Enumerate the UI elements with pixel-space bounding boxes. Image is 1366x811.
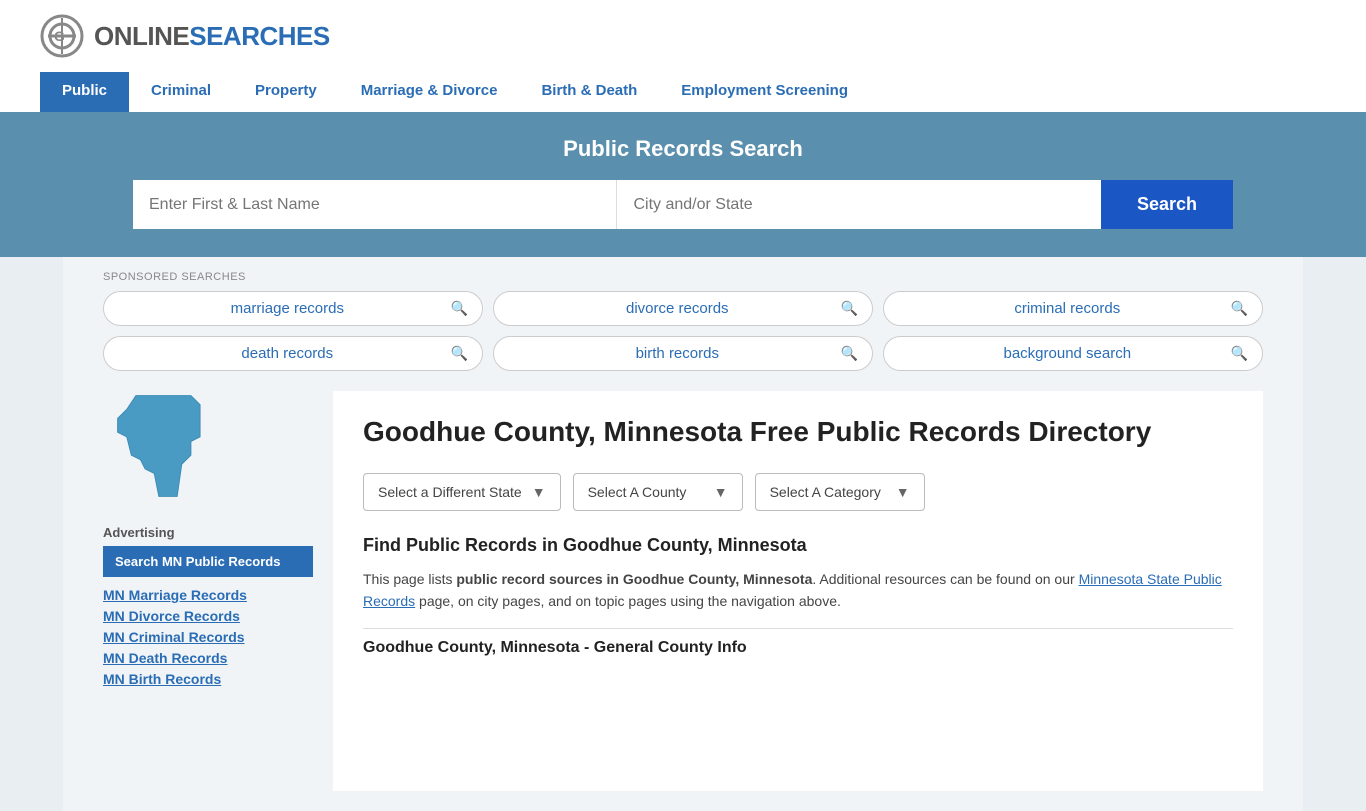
- sidebar: Advertising Search MN Public Records MN …: [103, 391, 313, 791]
- nav-item-birth-death[interactable]: Birth & Death: [519, 72, 659, 112]
- find-desc-text-3: page, on city pages, and on topic pages …: [415, 593, 841, 609]
- sponsored-text-criminal: criminal records: [904, 300, 1231, 317]
- sidebar-link-birth[interactable]: MN Birth Records: [103, 671, 313, 688]
- sidebar-link-marriage[interactable]: MN Marriage Records: [103, 587, 313, 604]
- find-desc: This page lists public record sources in…: [363, 568, 1233, 613]
- sponsored-text-death: death records: [124, 345, 451, 362]
- sponsored-item-background[interactable]: background search 🔍: [883, 336, 1263, 371]
- section-divider: [363, 628, 1233, 629]
- name-input[interactable]: [133, 180, 617, 229]
- search-icon-background: 🔍: [1231, 345, 1248, 362]
- category-dropdown-arrow: ▼: [896, 484, 910, 500]
- page-title: Goodhue County, Minnesota Free Public Re…: [363, 415, 1233, 449]
- sidebar-link-divorce[interactable]: MN Divorce Records: [103, 608, 313, 625]
- state-dropdown[interactable]: Select a Different State ▼: [363, 473, 561, 511]
- sidebar-ad-label: Advertising: [103, 525, 313, 540]
- search-icon-birth: 🔍: [841, 345, 858, 362]
- sidebar-ad-button[interactable]: Search MN Public Records: [103, 546, 313, 577]
- search-banner: Public Records Search Search: [0, 112, 1366, 257]
- county-dropdown-label: Select A County: [588, 484, 687, 500]
- location-input[interactable]: [617, 180, 1100, 229]
- category-dropdown-label: Select A Category: [770, 484, 881, 500]
- sponsored-item-birth[interactable]: birth records 🔍: [493, 336, 873, 371]
- search-icon-death: 🔍: [451, 345, 468, 362]
- content-area: Advertising Search MN Public Records MN …: [103, 391, 1263, 811]
- state-map: [103, 391, 313, 505]
- sponsored-item-marriage[interactable]: marriage records 🔍: [103, 291, 483, 326]
- search-banner-title: Public Records Search: [40, 136, 1326, 162]
- state-dropdown-arrow: ▼: [532, 484, 546, 500]
- main-content: Goodhue County, Minnesota Free Public Re…: [333, 391, 1263, 791]
- sponsored-text-background: background search: [904, 345, 1231, 362]
- find-title: Find Public Records in Goodhue County, M…: [363, 535, 1233, 556]
- main-container: SPONSORED SEARCHES marriage records 🔍 di…: [63, 257, 1303, 811]
- sidebar-link-death[interactable]: MN Death Records: [103, 650, 313, 667]
- svg-text:G: G: [54, 28, 65, 44]
- sidebar-link-marriage-anchor[interactable]: MN Marriage Records: [103, 587, 247, 603]
- county-dropdown-arrow: ▼: [714, 484, 728, 500]
- dropdowns-row: Select a Different State ▼ Select A Coun…: [363, 473, 1233, 511]
- find-desc-text-1: This page lists: [363, 571, 456, 587]
- sidebar-links: MN Marriage Records MN Divorce Records M…: [103, 587, 313, 688]
- sidebar-link-death-anchor[interactable]: MN Death Records: [103, 650, 227, 666]
- sidebar-link-birth-anchor[interactable]: MN Birth Records: [103, 671, 221, 687]
- section-subtitle: Goodhue County, Minnesota - General Coun…: [363, 639, 1233, 657]
- search-icon-divorce: 🔍: [841, 300, 858, 317]
- search-button[interactable]: Search: [1101, 180, 1233, 229]
- nav-item-public[interactable]: Public: [40, 72, 129, 112]
- sponsored-label: SPONSORED SEARCHES: [103, 257, 1263, 291]
- logo-area: G ONLINE SEARCHES: [40, 14, 1326, 58]
- sponsored-item-death[interactable]: death records 🔍: [103, 336, 483, 371]
- logo-online: ONLINE: [94, 21, 189, 52]
- logo-searches: SEARCHES: [189, 21, 329, 52]
- header: G ONLINE SEARCHES Public Criminal Proper…: [0, 0, 1366, 112]
- nav-item-marriage-divorce[interactable]: Marriage & Divorce: [339, 72, 520, 112]
- nav-item-criminal[interactable]: Criminal: [129, 72, 233, 112]
- logo-icon: G: [40, 14, 84, 58]
- sponsored-grid: marriage records 🔍 divorce records 🔍 cri…: [103, 291, 1263, 371]
- category-dropdown[interactable]: Select A Category ▼: [755, 473, 925, 511]
- search-icon-marriage: 🔍: [451, 300, 468, 317]
- state-dropdown-label: Select a Different State: [378, 484, 522, 500]
- sidebar-link-criminal[interactable]: MN Criminal Records: [103, 629, 313, 646]
- search-form: Search: [133, 180, 1233, 229]
- logo-text: ONLINE SEARCHES: [94, 21, 330, 52]
- search-icon-criminal: 🔍: [1231, 300, 1248, 317]
- sponsored-item-divorce[interactable]: divorce records 🔍: [493, 291, 873, 326]
- main-nav: Public Criminal Property Marriage & Divo…: [40, 72, 1326, 112]
- find-desc-text-2: . Additional resources can be found on o…: [812, 571, 1078, 587]
- sponsored-text-divorce: divorce records: [514, 300, 841, 317]
- sidebar-link-divorce-anchor[interactable]: MN Divorce Records: [103, 608, 240, 624]
- sidebar-link-criminal-anchor[interactable]: MN Criminal Records: [103, 629, 245, 645]
- mn-map-svg: [103, 391, 233, 501]
- nav-item-employment[interactable]: Employment Screening: [659, 72, 870, 112]
- sponsored-item-criminal[interactable]: criminal records 🔍: [883, 291, 1263, 326]
- nav-item-property[interactable]: Property: [233, 72, 339, 112]
- county-dropdown[interactable]: Select A County ▼: [573, 473, 743, 511]
- find-desc-bold: public record sources in Goodhue County,…: [456, 571, 812, 587]
- sponsored-text-marriage: marriage records: [124, 300, 451, 317]
- sponsored-text-birth: birth records: [514, 345, 841, 362]
